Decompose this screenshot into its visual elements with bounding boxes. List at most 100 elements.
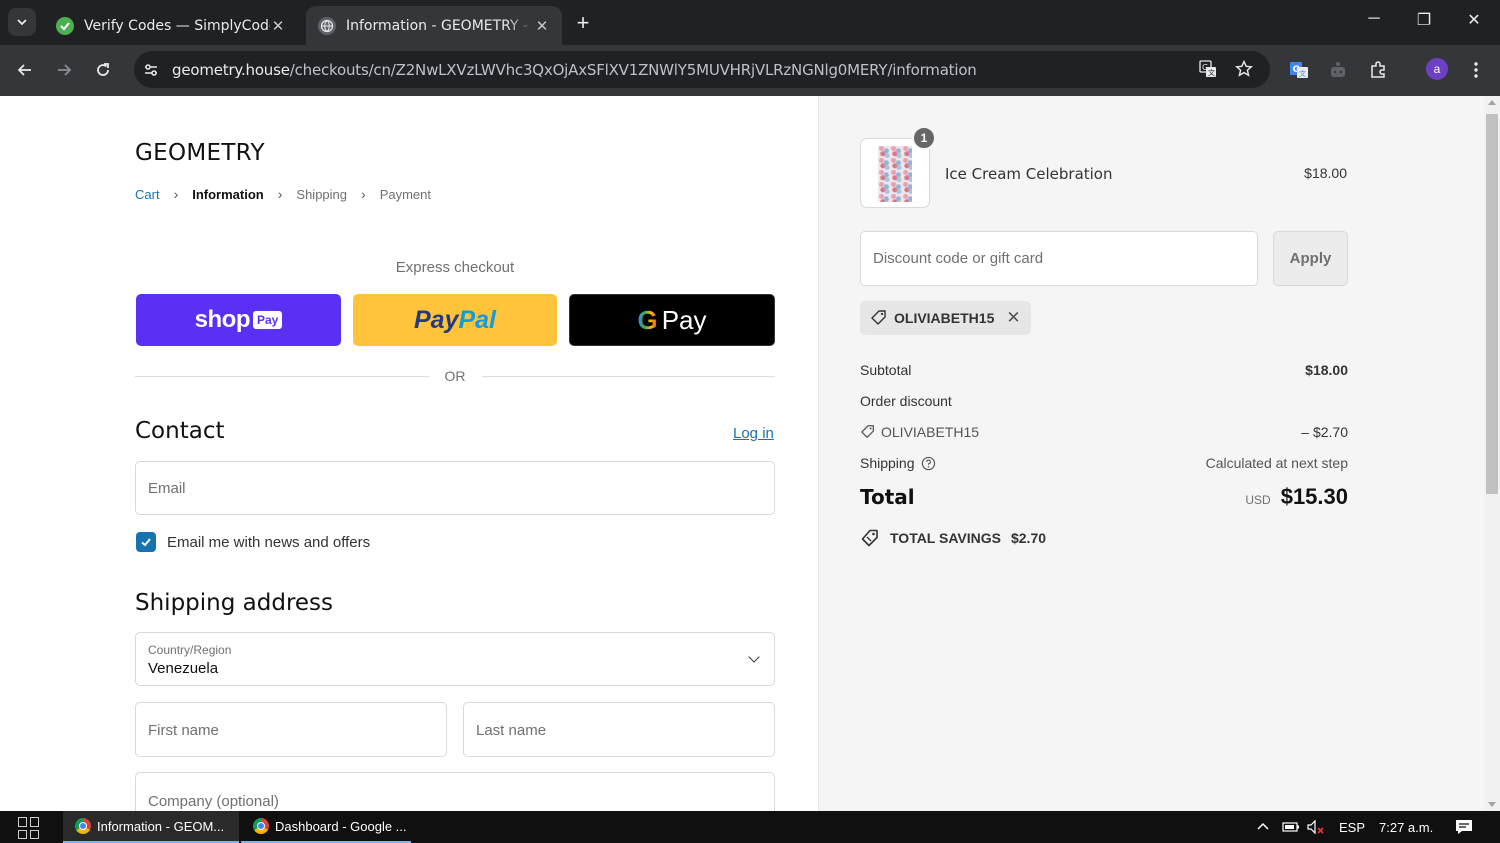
newsletter-label: Email me with news and offers: [167, 533, 371, 551]
paypal-logo-part1: Pay: [413, 305, 459, 334]
paypal-button[interactable]: Pay Pal: [353, 294, 557, 346]
page-scrollbar[interactable]: [1484, 96, 1500, 811]
tab-geometry-checkout[interactable]: Information - GEOMETRY - Checkout ✕: [306, 6, 562, 45]
taskbar-item-information[interactable]: Information - GEOM...: [63, 811, 239, 843]
checkout-page: GEOMETRY Cart › Information › Shipping ›…: [0, 96, 1500, 811]
product-price: $18.00: [1304, 165, 1347, 181]
more-menu-icon[interactable]: [1464, 58, 1488, 82]
apply-discount-button[interactable]: Apply: [1273, 231, 1348, 286]
language-indicator[interactable]: ESP: [1339, 811, 1365, 843]
notifications-icon[interactable]: [1454, 811, 1474, 843]
google-translate-extension-icon[interactable]: G文: [1287, 58, 1311, 82]
tab-close-icon[interactable]: ✕: [534, 17, 550, 35]
globe-icon: [318, 16, 336, 35]
new-tab-button[interactable]: +: [572, 10, 594, 36]
breadcrumb: Cart › Information › Shipping › Payment: [135, 186, 431, 202]
browser-toolbar: geometry.house/checkouts/cn/Z2NwLXVzLWVh…: [0, 45, 1500, 96]
google-pay-text: Pay: [661, 304, 707, 335]
google-g-icon: G: [637, 304, 658, 335]
chevron-down-icon: [17, 19, 27, 26]
shipping-value: Calculated at next step: [1205, 455, 1348, 471]
discount-code-label: OLIVIABETH15: [881, 424, 980, 440]
chevron-down-icon: [748, 651, 760, 663]
checkout-main: GEOMETRY Cart › Information › Shipping ›…: [0, 96, 818, 811]
volume-muted-icon[interactable]: [1306, 811, 1326, 843]
profile-avatar[interactable]: a: [1426, 58, 1448, 80]
minimize-icon[interactable]: ─: [1364, 10, 1384, 28]
clock[interactable]: 7:27 a.m.: [1379, 811, 1433, 843]
newsletter-option[interactable]: Email me with news and offers: [136, 532, 370, 552]
back-icon[interactable]: [13, 58, 37, 82]
company-field[interactable]: Company (optional): [135, 772, 775, 811]
applied-code-text: OLIVIABETH15: [894, 310, 995, 326]
remove-discount-icon[interactable]: ✕: [1006, 308, 1020, 328]
total-label: Total: [860, 485, 915, 509]
forward-icon[interactable]: [52, 58, 76, 82]
country-select[interactable]: Country/Region Venezuela: [135, 632, 775, 686]
breadcrumb-shipping: Shipping: [296, 186, 348, 202]
breadcrumb-cart[interactable]: Cart: [135, 187, 160, 202]
scrollbar-thumb[interactable]: [1486, 114, 1498, 494]
shipping-label: Shipping: [860, 455, 915, 471]
express-checkout-label: Express checkout: [395, 259, 515, 276]
total-savings: TOTAL SAVINGS $2.70: [860, 528, 1046, 548]
tab-strip: Verify Codes — SimplyCodes ✕ Information…: [0, 0, 1500, 45]
windows-taskbar: Information - GEOM... Dashboard - Google…: [0, 811, 1500, 843]
order-discount-row: Order discount: [860, 393, 1348, 409]
tray-expand-icon[interactable]: [1256, 811, 1270, 843]
discount-code-input[interactable]: Discount code or gift card: [860, 231, 1258, 286]
total-value: $15.30: [1280, 484, 1348, 509]
newsletter-checkbox[interactable]: [136, 532, 156, 552]
subtotal-value: $18.00: [1305, 362, 1348, 378]
applied-discount-chip: OLIVIABETH15 ✕: [860, 301, 1031, 335]
translate-icon[interactable]: G文: [1198, 59, 1218, 79]
extension-robot-icon[interactable]: [1326, 58, 1350, 82]
savings-value: $2.70: [1010, 530, 1047, 546]
tab-search-button[interactable]: [8, 8, 36, 36]
scroll-down-icon[interactable]: [1488, 802, 1496, 807]
taskbar-item-dashboard[interactable]: Dashboard - Google ...: [241, 811, 411, 843]
discount-code-row: OLIVIABETH15 – $2.70: [860, 424, 1348, 440]
first-name-field[interactable]: First name: [135, 702, 447, 757]
chrome-icon: [253, 818, 269, 834]
tab-simplycodes[interactable]: Verify Codes — SimplyCodes ✕: [44, 6, 298, 45]
tab-title: Information - GEOMETRY - Checkout: [346, 17, 534, 34]
shop-pay-badge: Pay: [252, 311, 283, 329]
svg-text:文: 文: [1299, 69, 1306, 78]
restore-icon[interactable]: ❐: [1414, 10, 1434, 30]
url-host: geometry.house: [172, 60, 290, 79]
email-field[interactable]: Email: [135, 461, 775, 515]
site-settings-icon[interactable]: [142, 62, 160, 78]
battery-icon[interactable]: [1282, 811, 1300, 843]
help-circle-icon[interactable]: [921, 456, 936, 471]
bookmark-star-icon[interactable]: [1234, 59, 1254, 79]
shop-pay-logo-text: shop: [194, 306, 251, 333]
checkmark-icon: [141, 538, 151, 547]
tab-close-icon[interactable]: ✕: [270, 17, 286, 35]
savings-tag-icon: [861, 529, 878, 547]
shipping-address-heading: Shipping address: [135, 590, 334, 616]
first-name-placeholder: First name: [148, 722, 219, 739]
quantity-badge: 1: [912, 126, 936, 150]
reload-icon[interactable]: [91, 58, 115, 82]
or-divider: OR: [135, 368, 775, 384]
google-pay-button[interactable]: G Pay: [569, 294, 775, 346]
last-name-field[interactable]: Last name: [463, 702, 775, 757]
discount-value: – $2.70: [1301, 424, 1348, 440]
login-link[interactable]: Log in: [733, 425, 774, 442]
scroll-up-icon[interactable]: [1488, 100, 1496, 105]
email-placeholder: Email: [148, 480, 186, 497]
total-row: Total USD $15.30: [860, 484, 1348, 510]
url-path: /checkouts/cn/Z2NwLXVzLWVhc3QxOjAxSFlXV1…: [289, 60, 977, 79]
paypal-logo-part2: Pal: [458, 305, 496, 334]
shop-pay-button[interactable]: shop Pay: [136, 294, 341, 346]
extensions-puzzle-icon[interactable]: [1366, 58, 1390, 82]
or-text: OR: [444, 368, 466, 384]
taskbar-item-label: Dashboard - Google ...: [275, 818, 407, 834]
store-logo[interactable]: GEOMETRY: [135, 140, 265, 166]
start-grid-icon[interactable]: [18, 817, 40, 839]
close-window-icon[interactable]: ✕: [1464, 10, 1484, 30]
contact-heading: Contact: [135, 418, 225, 444]
order-discount-label: Order discount: [860, 393, 952, 409]
address-bar[interactable]: geometry.house/checkouts/cn/Z2NwLXVzLWVh…: [134, 51, 1270, 88]
